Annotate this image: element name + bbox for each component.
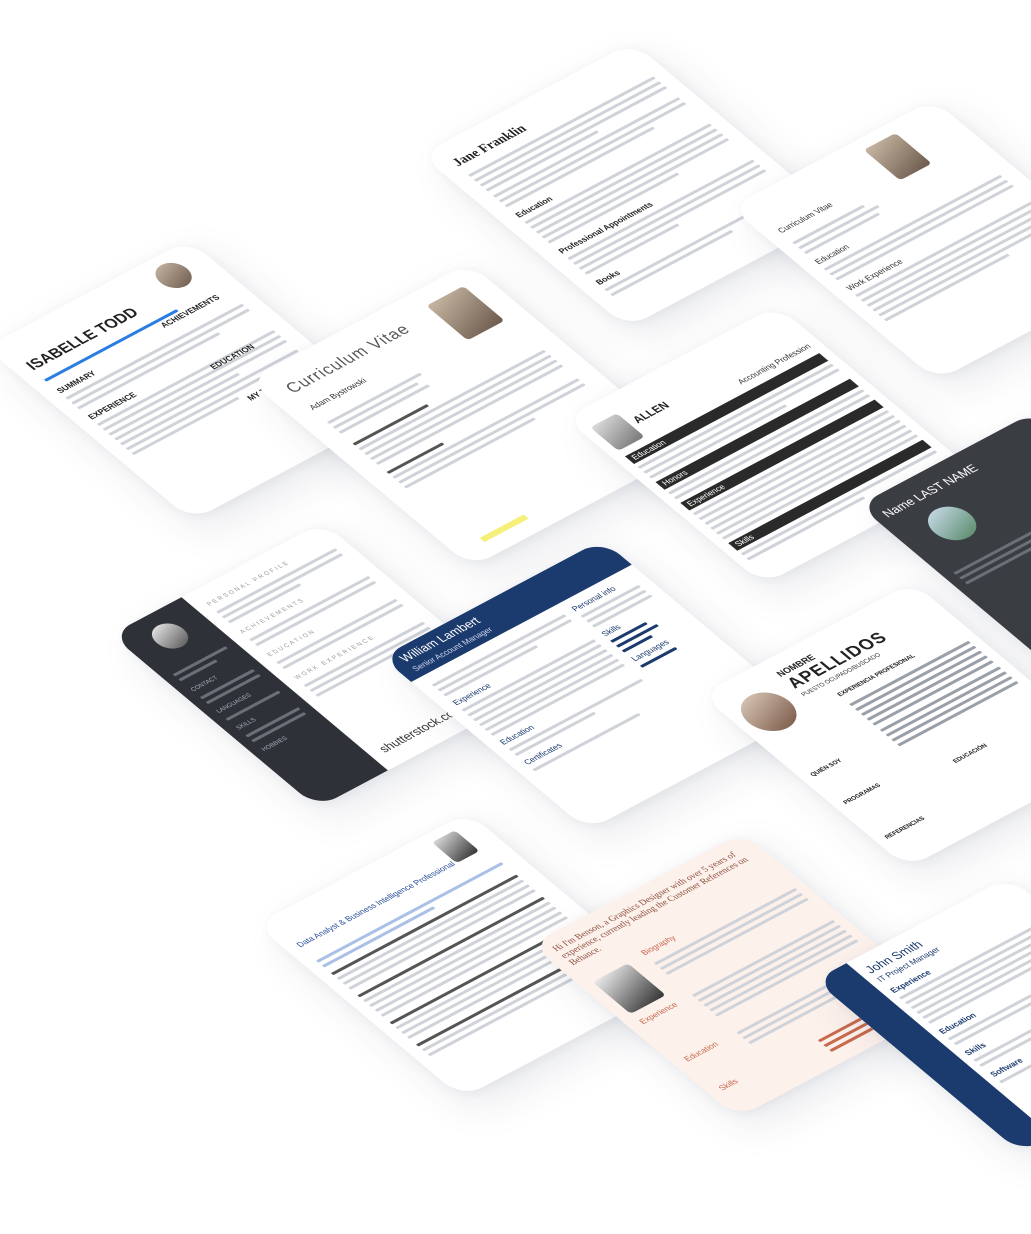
section-heading: PROGRAMAS [842, 782, 883, 806]
resume-card-nombre-apellidos: NOMBRE APELLIDOS PUESTO OCUPADO/BUSCADO … [700, 582, 1031, 868]
profile-photo [592, 963, 666, 1014]
section-heading: REFERENCIAS [883, 816, 927, 841]
section-heading: EDUCACIÓN [952, 743, 990, 765]
section-heading: QUIÉN SOY [809, 758, 844, 779]
profile-photo [917, 500, 987, 547]
section-heading: Education [681, 1040, 721, 1064]
profile-photo [144, 618, 196, 654]
highlight-mark [479, 514, 529, 543]
resume-name: ALLEN [630, 400, 673, 426]
profile-photo [147, 258, 200, 293]
resume-collage: ISABELLE TODD SUMMARY EXPERIENCE ACHIEVE… [0, 0, 1031, 1234]
section-heading: Skills [716, 1077, 741, 1093]
